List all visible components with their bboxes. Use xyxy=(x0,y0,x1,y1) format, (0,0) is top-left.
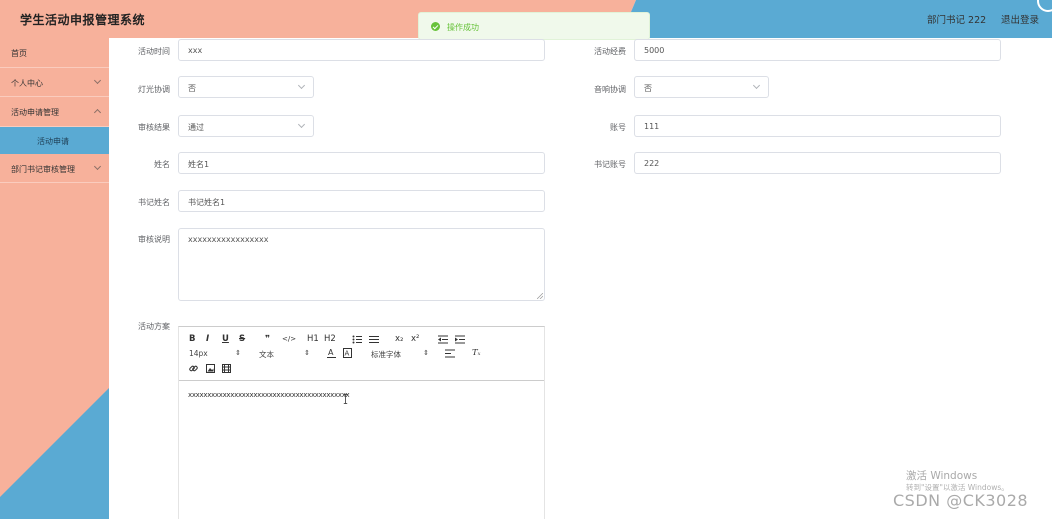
secretary-name-value: 书记姓名1 xyxy=(188,198,226,207)
background-color-icon[interactable]: A xyxy=(343,348,352,358)
sound-value: 否 xyxy=(644,84,652,93)
app-title: 学生活动申报管理系统 xyxy=(20,13,146,27)
activity-budget-input[interactable]: 5000 xyxy=(634,39,1001,61)
editor-toolbar: B I U S ❞ </> H1 H2 x₂ x² 14px ⇕ 文本 ⇕ A … xyxy=(179,327,544,381)
updown-icon: ⇕ xyxy=(423,349,429,357)
name-label: 姓名 xyxy=(154,160,170,169)
updown-icon: ⇕ xyxy=(304,349,310,357)
sidebar-item-label: 部门书记审核管理 xyxy=(11,164,75,174)
svg-text:A: A xyxy=(328,348,334,357)
code-block-icon[interactable]: </> xyxy=(282,334,296,344)
review-result-select[interactable]: 通过 xyxy=(178,115,314,137)
header-2-icon[interactable]: H2 xyxy=(324,334,336,344)
activity-time-input[interactable]: xxx xyxy=(178,39,545,61)
secretary-name-input[interactable]: 书记姓名1 xyxy=(178,190,545,212)
current-user-label: 部门书记 222 xyxy=(927,15,987,26)
activity-budget-value: 5000 xyxy=(644,46,665,55)
sidebar-subitem-activity-apply[interactable]: 活动申请 xyxy=(0,126,109,154)
text-style-picker[interactable]: 文本 ⇕ xyxy=(259,349,310,360)
rich-text-editor: B I U S ❞ </> H1 H2 x₂ x² 14px ⇕ 文本 ⇕ A … xyxy=(178,326,545,519)
chevron-down-icon xyxy=(297,120,306,129)
secretary-account-value: 222 xyxy=(644,159,660,168)
csdn-watermark: CSDN @CK3028 xyxy=(893,491,1029,510)
bold-icon[interactable]: B xyxy=(189,334,195,344)
indent-icon[interactable] xyxy=(455,335,465,344)
ordered-list-icon[interactable] xyxy=(352,335,362,344)
account-input[interactable]: 111 xyxy=(634,115,1001,137)
review-note-value: xxxxxxxxxxxxxxxxx xyxy=(188,235,269,244)
link-icon[interactable] xyxy=(189,364,198,373)
sidebar-item-label: 个人中心 xyxy=(11,78,43,88)
video-icon[interactable] xyxy=(222,364,231,373)
editor-content[interactable]: xxxxxxxxxxxxxxxxxxxxxxxxxxxxxxxxxxxxxxxx… xyxy=(188,391,350,399)
sound-select[interactable]: 否 xyxy=(634,76,769,98)
toast-message: 操作成功 xyxy=(447,23,479,32)
windows-activation-title: 激活 Windows xyxy=(906,470,978,482)
check-circle-icon xyxy=(431,22,440,31)
name-value: 姓名1 xyxy=(188,160,210,169)
bullet-list-icon[interactable] xyxy=(369,335,379,344)
secretary-account-input[interactable]: 222 xyxy=(634,152,1001,174)
review-result-label: 审核结果 xyxy=(138,123,170,132)
text-cursor-icon xyxy=(343,394,348,404)
activity-time-label: 活动时间 xyxy=(138,47,170,56)
lighting-select[interactable]: 否 xyxy=(178,76,314,98)
account-value: 111 xyxy=(644,122,660,131)
blockquote-icon[interactable]: ❞ xyxy=(265,334,270,344)
sidebar-item-label: 首页 xyxy=(11,49,27,58)
review-note-label: 审核说明 xyxy=(138,235,170,244)
superscript-icon[interactable]: x² xyxy=(411,334,419,344)
sidebar: 首页 个人中心 活动申请管理 活动申请 部门书记审核管理 xyxy=(0,38,109,519)
italic-icon[interactable]: I xyxy=(206,334,209,344)
sidebar-item-label: 活动申请管理 xyxy=(11,108,59,117)
resize-grip-icon[interactable] xyxy=(537,293,543,299)
chevron-down-icon xyxy=(93,76,102,84)
activity-time-value: xxx xyxy=(188,46,203,55)
font-family-value: 标准字体 xyxy=(371,350,401,359)
secretary-account-label: 书记账号 xyxy=(594,160,626,169)
svg-text:A: A xyxy=(345,350,350,358)
chevron-down-icon xyxy=(297,81,306,90)
underline-icon[interactable]: U xyxy=(222,334,229,344)
sidebar-subitem-label: 活动申请 xyxy=(37,136,69,146)
sidebar-menu: 首页 个人中心 活动申请管理 活动申请 部门书记审核管理 xyxy=(0,38,109,183)
secretary-name-label: 书记姓名 xyxy=(138,198,170,207)
chevron-down-icon xyxy=(752,81,761,90)
activity-budget-label: 活动经费 xyxy=(594,47,626,56)
chevron-up-icon xyxy=(93,108,102,117)
sidebar-item-profile[interactable]: 个人中心 xyxy=(0,68,109,97)
align-icon[interactable] xyxy=(445,349,455,358)
chevron-down-icon xyxy=(93,162,102,170)
sound-label: 音响协调 xyxy=(594,85,626,94)
outdent-icon[interactable] xyxy=(438,335,448,344)
review-note-textarea[interactable]: xxxxxxxxxxxxxxxxx xyxy=(178,228,545,301)
sidebar-item-activity-management[interactable]: 活动申请管理 xyxy=(0,97,109,127)
clear-format-icon[interactable]: Tx xyxy=(472,348,481,359)
image-icon[interactable] xyxy=(206,364,215,373)
success-toast: 操作成功 xyxy=(418,12,650,40)
lighting-label: 灯光协调 xyxy=(138,85,170,94)
account-label: 账号 xyxy=(610,123,626,132)
sidebar-item-home[interactable]: 首页 xyxy=(0,38,109,68)
strike-icon[interactable]: S xyxy=(239,334,245,344)
review-result-value: 通过 xyxy=(188,123,204,132)
plan-label: 活动方案 xyxy=(138,322,170,331)
logout-link[interactable]: 退出登录 xyxy=(1001,12,1039,26)
font-color-icon[interactable]: A xyxy=(327,348,336,358)
updown-icon: ⇕ xyxy=(235,349,241,357)
font-size-value: 14px xyxy=(189,349,208,358)
text-style-value: 文本 xyxy=(259,350,274,359)
subscript-icon[interactable]: x₂ xyxy=(395,334,403,344)
name-input[interactable]: 姓名1 xyxy=(178,152,545,174)
lighting-value: 否 xyxy=(188,84,196,93)
font-family-picker[interactable]: 标准字体 ⇕ xyxy=(371,349,429,360)
font-size-picker[interactable]: 14px ⇕ xyxy=(189,349,241,358)
header-1-icon[interactable]: H1 xyxy=(307,334,319,344)
sidebar-item-secretary-review[interactable]: 部门书记审核管理 xyxy=(0,154,109,183)
